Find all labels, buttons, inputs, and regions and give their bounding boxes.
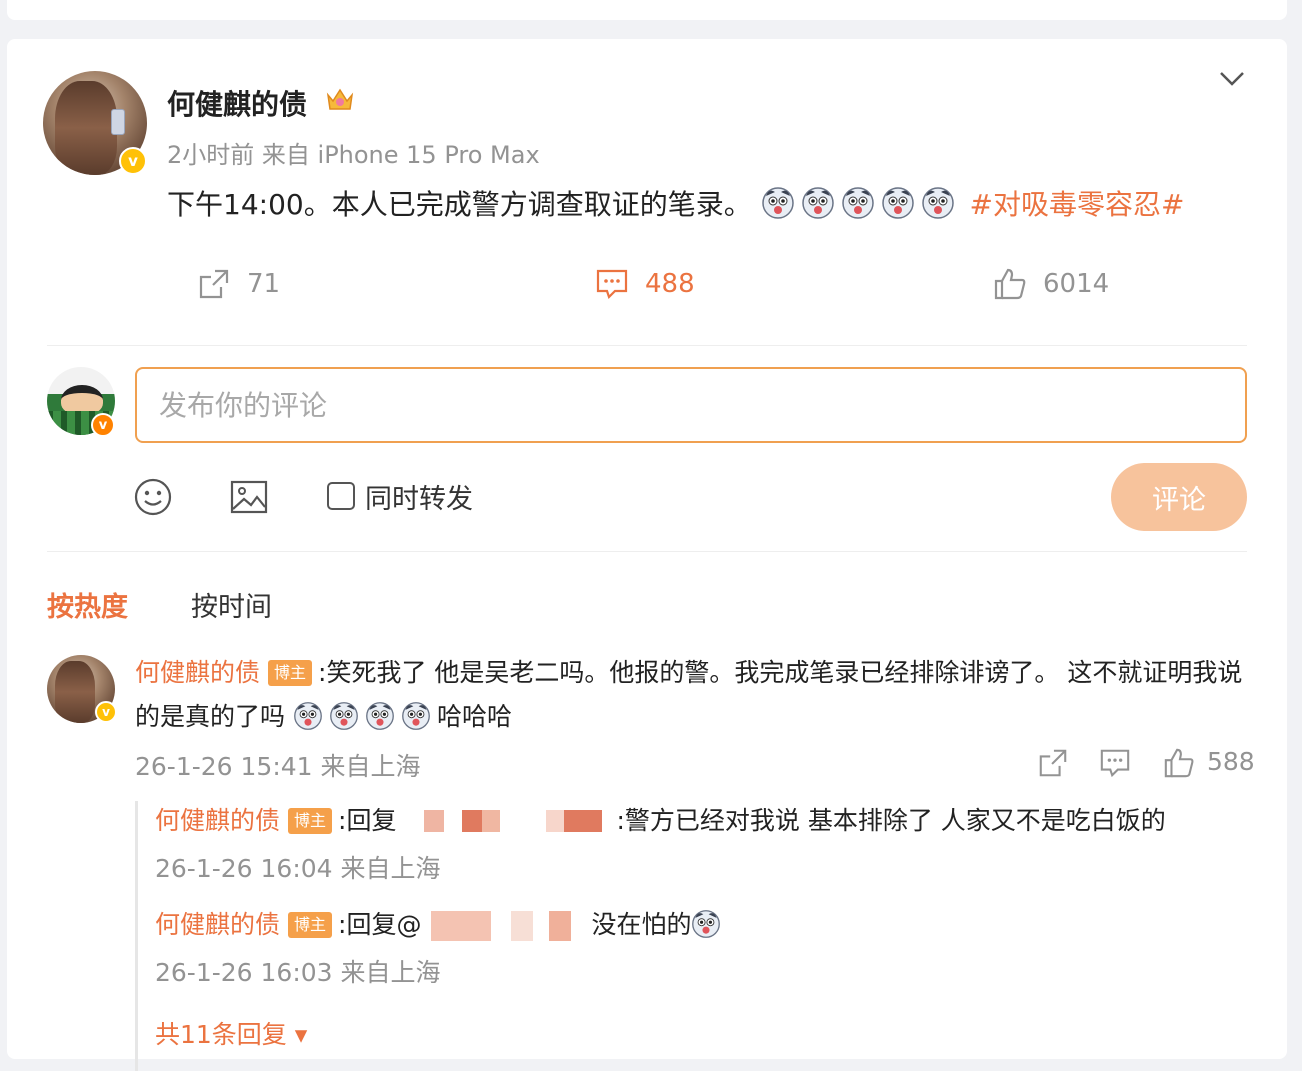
reply-author[interactable]: 何健麒的债 — [155, 910, 280, 939]
tab-sort-hot[interactable]: 按热度 — [47, 585, 128, 624]
redacted-username — [421, 911, 592, 941]
reply-thread-bar — [135, 801, 138, 1071]
redacted-username — [396, 810, 617, 832]
dog-face-emoji-icon — [402, 702, 430, 730]
share-icon[interactable] — [1037, 747, 1069, 779]
dog-face-emoji-icon — [366, 702, 394, 730]
comment-body: 何健麒的债 博主:笑死我了 他是吴老二吗。他报的警。我完成笔录已经排除诽谤了。 这… — [135, 651, 1255, 739]
repost-checkbox[interactable] — [327, 482, 355, 510]
thumbs-up-icon[interactable] — [1163, 747, 1195, 779]
reply-item: 何健麒的债 博主:回复@ 没在怕的 — [155, 905, 727, 945]
author-badge: 博主 — [268, 660, 313, 686]
caret-down-icon: ▾ — [294, 1020, 308, 1049]
reply-item: 何健麒的债 博主:回复 :警方已经对我说 基本排除了 人家又不是吃白饭的 — [155, 801, 1166, 841]
dog-face-emoji-icon — [881, 187, 914, 219]
dog-face-emoji-icon — [841, 187, 874, 219]
comment-like-count: 588 — [1207, 747, 1255, 776]
crown-icon — [326, 88, 354, 110]
more-replies-label: 共11条回复 — [155, 1020, 287, 1049]
repost-label: 同时转发 — [365, 484, 473, 515]
dog-face-emoji-icon — [801, 187, 834, 219]
more-replies-link[interactable]: 共11条回复 ▾ — [155, 1015, 307, 1051]
comment-meta: 26-1-26 15:41 来自上海 — [135, 752, 421, 781]
comment-count: 488 — [645, 269, 695, 299]
author-name[interactable]: 何健麒的债 — [167, 83, 307, 123]
submit-comment-button[interactable]: 评论 — [1111, 463, 1247, 531]
emoji-group — [293, 702, 437, 731]
reply-meta: 26-1-26 16:04 来自上海 — [155, 854, 441, 883]
comment-input[interactable] — [135, 367, 1247, 443]
comment-button[interactable]: 488 — [595, 267, 695, 301]
reply-prefix: :回复 — [338, 806, 397, 835]
reply-text: :警方已经对我说 基本排除了 人家又不是吃白饭的 — [616, 806, 1166, 835]
like-count: 6014 — [1043, 269, 1110, 299]
reply-author[interactable]: 何健麒的债 — [155, 806, 280, 835]
dog-face-emoji-icon — [330, 702, 358, 730]
post-body: 下午14:00。本人已完成警方调查取证的笔录。 — [167, 188, 752, 221]
hashtag-link[interactable]: #对吸毒零容忍# — [970, 188, 1185, 221]
dog-face-emoji-icon — [921, 187, 954, 219]
dog-face-emoji-icon — [692, 910, 721, 938]
comment-icon — [596, 269, 628, 300]
comment-text-tail: 哈哈哈 — [436, 702, 512, 731]
comment-icon[interactable] — [1099, 747, 1131, 779]
emoji-group — [761, 187, 961, 221]
emoji-group — [691, 910, 727, 939]
post-meta: 2小时前 来自 iPhone 15 Pro Max — [167, 141, 540, 169]
verified-badge-icon: v — [95, 701, 117, 723]
repost-button[interactable]: 71 — [197, 267, 280, 301]
like-button[interactable]: 6014 — [993, 267, 1109, 301]
emoji-picker-icon[interactable] — [133, 477, 173, 517]
reply-meta: 26-1-26 16:03 来自上海 — [155, 958, 441, 987]
author-badge: 博主 — [288, 912, 333, 938]
chevron-down-icon[interactable] — [1217, 67, 1247, 91]
reply-text: 没在怕的 — [591, 910, 692, 939]
share-icon — [199, 269, 229, 299]
reply-prefix: :回复@ — [338, 910, 422, 939]
thumbs-up-icon — [994, 268, 1026, 300]
dog-face-emoji-icon — [294, 702, 322, 730]
dog-face-emoji-icon — [761, 187, 794, 219]
divider — [47, 345, 1247, 346]
repost-count: 71 — [247, 269, 281, 299]
previous-card-edge — [7, 0, 1287, 20]
verified-badge-icon: v — [119, 147, 147, 175]
post-text: 下午14:00。本人已完成警方调查取证的笔录。 #对吸毒零容忍# — [167, 185, 1184, 225]
author-badge: 博主 — [288, 808, 333, 834]
verified-badge-icon: v — [91, 413, 115, 437]
post-card: v 何健麒的债 2小时前 来自 iPhone 15 Pro Max 下午14:0… — [7, 39, 1287, 1071]
image-upload-icon[interactable] — [229, 477, 269, 517]
comment-author[interactable]: 何健麒的债 — [135, 658, 260, 687]
tab-sort-time[interactable]: 按时间 — [191, 585, 272, 624]
divider — [47, 551, 1247, 552]
